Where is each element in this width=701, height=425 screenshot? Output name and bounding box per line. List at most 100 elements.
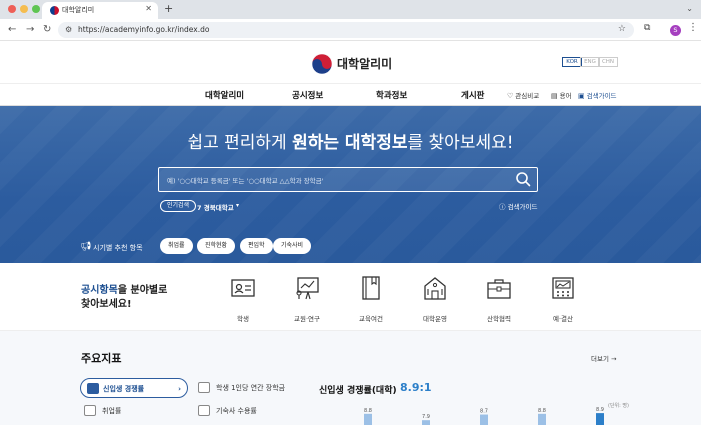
competition-bar xyxy=(422,420,430,425)
megaphone-icon: 📢︎ xyxy=(80,242,92,252)
calculator-chart-icon xyxy=(552,277,574,299)
topic-chip-transfer[interactable]: 편입학 xyxy=(240,238,273,254)
competition-bar-chart: 8.8 7.9 8.7 8.8 8.9 xyxy=(364,407,604,425)
indicator-tab-scholarship[interactable]: 학생 1인당 연간 장학금 xyxy=(196,378,316,398)
category-label: 산학협력 xyxy=(487,315,511,323)
profile-avatar[interactable]: S xyxy=(670,25,681,36)
briefcase-icon xyxy=(487,279,511,299)
search-guide-label: 검색가이드 xyxy=(507,203,538,211)
chevron-down-icon[interactable]: ▾ xyxy=(236,202,239,209)
season-recommend-label: 시기별 추천 항목 xyxy=(93,244,143,252)
topic-chip-advancement[interactable]: 진학현황 xyxy=(197,238,236,254)
util-compare[interactable]: ♡ 관심비교 xyxy=(507,90,539,100)
category-heading-em: 공시항목 xyxy=(81,285,118,296)
indicators-more-link[interactable]: 더보기 → xyxy=(591,353,616,363)
category-label: 대학운영 xyxy=(423,315,447,323)
new-tab-plus-icon[interactable]: + xyxy=(164,2,173,16)
search-input[interactable]: 예) '○○대학교 등록금' 또는 '○○대학교 △△학과 장학금' xyxy=(158,167,538,192)
indicator-tab-freshman-competition[interactable]: 신입생 경쟁률 › xyxy=(80,378,188,398)
site-settings-icon[interactable]: ⚙ xyxy=(65,25,72,34)
hero-title-post: 를 찾아보세요! xyxy=(407,133,514,153)
tab-search-chevron-icon[interactable]: ⌄ xyxy=(686,4,693,13)
category-label: 교원·연구 xyxy=(294,315,320,323)
hero-title-bold: 원하는 대학정보 xyxy=(292,133,408,153)
lang-eng[interactable]: ENG xyxy=(580,57,600,67)
briefcase-icon xyxy=(84,405,96,416)
competition-bar xyxy=(480,414,488,425)
lang-chn[interactable]: CHN xyxy=(598,57,618,67)
extensions-puzzle-icon[interactable]: ⧉ xyxy=(644,23,650,33)
indicator-tab-label: 기숙사 수용률 xyxy=(216,407,257,415)
lang-kor[interactable]: KOR xyxy=(562,57,582,67)
bar-value-label: 8.8 xyxy=(364,408,372,414)
indicator-stat-value: 8.9:1 xyxy=(400,381,432,394)
category-faculty-research[interactable]: 교원·연구 xyxy=(283,275,331,323)
nav-item-board[interactable]: 게시판 xyxy=(461,89,484,101)
site-logo-text[interactable]: 대학알리미 xyxy=(337,55,392,72)
tab-title: 대학알리미 xyxy=(62,6,95,14)
nav-item-about[interactable]: 대학알리미 xyxy=(205,89,244,101)
competition-bar xyxy=(596,413,604,425)
hero-title: 쉽고 편리하게 원하는 대학정보를 찾아보세요! xyxy=(0,128,701,153)
reload-icon[interactable]: ↻ xyxy=(43,23,51,37)
forward-arrow-icon[interactable]: → xyxy=(26,23,34,37)
category-students[interactable]: 학생 xyxy=(219,275,267,323)
bar-value-label: 8.9 xyxy=(596,407,604,413)
hero-title-pre: 쉽고 편리하게 xyxy=(187,133,293,153)
topic-chip-employment[interactable]: 취업률 xyxy=(160,238,193,254)
browser-tab-bar: 대학알리미 ✕ + ⌄ xyxy=(0,0,701,19)
category-budget-settlement[interactable]: 예·결산 xyxy=(539,275,587,323)
nav-item-disclosure[interactable]: 공시정보 xyxy=(292,89,323,101)
category-heading: 공시항목을 분야별로 찾아보세요! xyxy=(81,284,167,312)
university-building-icon xyxy=(424,277,446,300)
indicator-tab-dormitory[interactable]: 기숙사 수용률 xyxy=(196,401,316,421)
window-minimize-icon[interactable] xyxy=(20,5,28,13)
topic-chip-dormitory-fee[interactable]: 기숙사비 xyxy=(273,238,312,254)
util-search-guide-label: 검색가이드 xyxy=(586,92,617,100)
chevron-right-icon: › xyxy=(178,385,181,393)
back-arrow-icon[interactable]: ← xyxy=(8,23,16,37)
student-id-card-icon xyxy=(231,279,255,297)
category-industry-cooperation[interactable]: 산학협력 xyxy=(475,275,523,323)
indicator-tab-employment[interactable]: 취업률 xyxy=(80,401,180,421)
util-glossary-label: 용어 xyxy=(559,92,572,100)
indicators-title: 주요지표 xyxy=(81,352,122,365)
popular-term: 경북대학교 xyxy=(203,204,234,212)
browser-tab[interactable]: 대학알리미 ✕ xyxy=(42,2,158,19)
url-field[interactable]: ⚙ https://academyinfo.go.kr/index.do ☆ xyxy=(58,22,634,38)
header-divider xyxy=(0,83,701,84)
window-zoom-icon[interactable] xyxy=(32,5,40,13)
search-icon[interactable] xyxy=(515,171,531,187)
url-text: https://academyinfo.go.kr/index.do xyxy=(78,25,210,34)
search-guide-link[interactable]: ⓘ 검색가이드 xyxy=(499,201,537,211)
popular-rank: 7 xyxy=(197,204,202,212)
building-icon xyxy=(198,405,210,416)
util-glossary[interactable]: ▤ 용어 xyxy=(551,90,572,100)
address-bar: ← → ↻ ⚙ https://academyinfo.go.kr/index.… xyxy=(0,19,701,41)
browser-menu-icon[interactable]: ⋮ xyxy=(688,22,698,33)
util-search-guide[interactable]: ▣ 검색가이드 xyxy=(578,90,617,100)
indicator-tab-label: 신입생 경쟁률 xyxy=(103,385,145,393)
category-heading-rest: 을 분야별로 xyxy=(117,285,168,296)
close-tab-icon[interactable]: ✕ xyxy=(145,4,152,13)
category-heading-line2: 찾아보세요! xyxy=(81,299,132,310)
bar-value-label: 8.8 xyxy=(538,408,546,414)
nav-item-departments[interactable]: 학과정보 xyxy=(376,89,407,101)
util-compare-label: 관심비교 xyxy=(515,92,540,100)
taegeuk-favicon-icon xyxy=(50,6,59,15)
competition-bar xyxy=(538,413,546,425)
window-close-icon[interactable] xyxy=(8,5,16,13)
popular-search-term[interactable]: 7 경북대학교 xyxy=(197,202,234,212)
category-label: 예·결산 xyxy=(552,315,573,323)
category-university-operation[interactable]: 대학운영 xyxy=(411,275,459,323)
category-label: 교육여건 xyxy=(359,315,383,323)
taegeuk-logo-icon[interactable] xyxy=(311,53,333,75)
category-education-conditions[interactable]: 교육여건 xyxy=(347,275,395,323)
bookmark-star-icon[interactable]: ☆ xyxy=(618,24,626,34)
hero-search-section: 쉽고 편리하게 원하는 대학정보를 찾아보세요! 예) '○○대학교 등록금' … xyxy=(0,106,701,263)
indicator-tab-label: 취업률 xyxy=(102,407,122,415)
book-icon: ▤ xyxy=(551,92,558,100)
book-icon xyxy=(362,276,380,300)
popular-search-chip: 인기검색 xyxy=(160,200,197,212)
competition-bar xyxy=(364,413,372,425)
